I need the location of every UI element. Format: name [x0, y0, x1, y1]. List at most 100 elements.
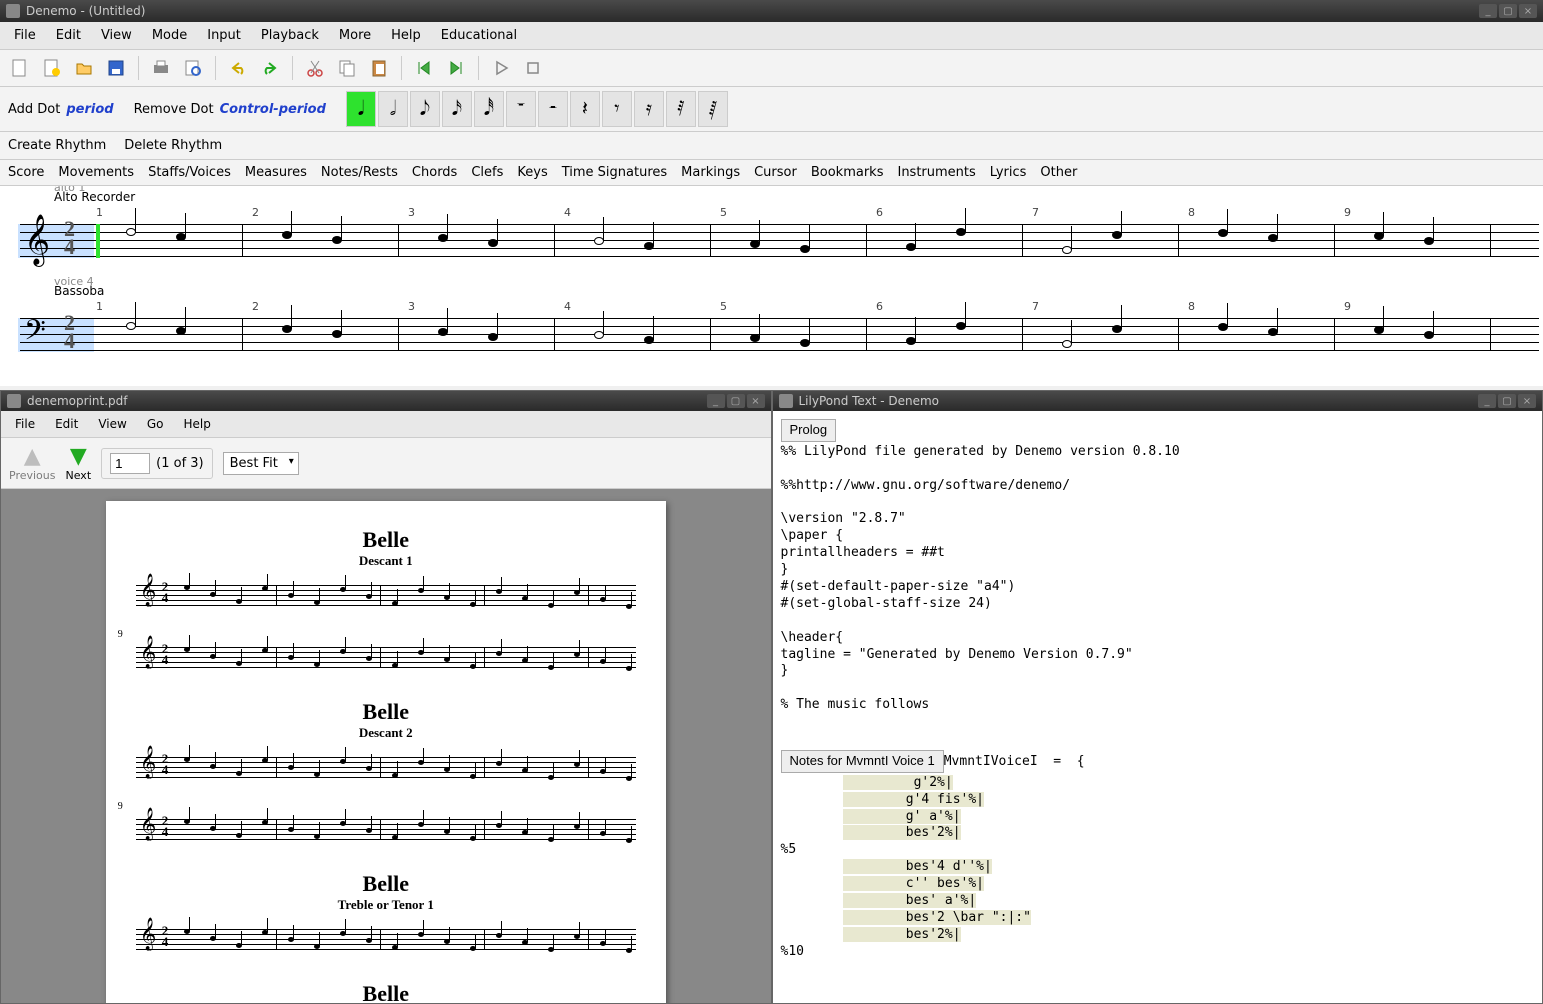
bar-number: 5	[720, 206, 727, 219]
object-menu-clefs[interactable]: Clefs	[471, 165, 503, 180]
save-button[interactable]	[102, 54, 130, 82]
prolog-button[interactable]: Prolog	[781, 419, 837, 442]
duration-button-1[interactable]: 𝅗𝅥	[378, 91, 408, 127]
menu-help[interactable]: Help	[381, 24, 431, 47]
undo-button[interactable]	[224, 54, 252, 82]
pdf-menu-go[interactable]: Go	[137, 413, 174, 435]
menu-edit[interactable]: Edit	[46, 24, 91, 47]
remove-dot-accel: Control-period	[220, 102, 326, 117]
bar-number: 1	[96, 206, 103, 219]
close-button[interactable]: ×	[747, 394, 765, 408]
object-menu-cursor[interactable]: Cursor	[754, 165, 797, 180]
remove-dot-label[interactable]: Remove Dot	[134, 102, 214, 117]
close-button[interactable]: ×	[1519, 4, 1537, 18]
pdf-menu-edit[interactable]: Edit	[45, 413, 88, 435]
mini-staff: 𝄞2 4	[136, 747, 636, 795]
object-menu-notes-rests[interactable]: Notes/Rests	[321, 165, 398, 180]
menu-more[interactable]: More	[329, 24, 381, 47]
stop-button[interactable]	[519, 54, 547, 82]
minimize-button[interactable]: _	[1479, 4, 1497, 18]
doc-title-3: Belle	[136, 871, 636, 897]
pdf-window-title: denemoprint.pdf	[27, 394, 128, 408]
object-menu-movements[interactable]: Movements	[58, 165, 134, 180]
cut-button[interactable]	[301, 54, 329, 82]
object-menu-markings[interactable]: Markings	[681, 165, 740, 180]
pdf-menu-help[interactable]: Help	[173, 413, 220, 435]
pdf-view[interactable]: Belle Descant 1 𝄞2 4 9 𝄞2 4 Belle Descan…	[1, 489, 771, 1003]
play-button[interactable]	[487, 54, 515, 82]
prev-label: Previous	[9, 469, 56, 482]
menu-playback[interactable]: Playback	[251, 24, 329, 47]
duration-button-4[interactable]: 𝅘𝅥𝅯	[442, 91, 472, 127]
minimize-button[interactable]: _	[1478, 394, 1496, 408]
redo-button[interactable]	[256, 54, 284, 82]
object-menu-score[interactable]: Score	[8, 165, 44, 180]
create-rhythm-button[interactable]: Create Rhythm	[8, 138, 106, 153]
bar-number: 2	[252, 206, 259, 219]
bar-number: 4	[564, 206, 571, 219]
new-template-button[interactable]	[38, 54, 66, 82]
menu-mode[interactable]: Mode	[142, 24, 197, 47]
maximize-button[interactable]: ▢	[1499, 4, 1517, 18]
treble-clef-icon: 𝄞	[24, 214, 50, 265]
menu-educational[interactable]: Educational	[431, 24, 527, 47]
object-menu-bookmarks[interactable]: Bookmarks	[811, 165, 884, 180]
bar-number: 7	[1032, 300, 1039, 313]
lily-window-title: LilyPond Text - Denemo	[799, 394, 940, 408]
menu-file[interactable]: File	[4, 24, 46, 47]
paste-button[interactable]	[365, 54, 393, 82]
delete-rhythm-button[interactable]: Delete Rhythm	[124, 138, 222, 153]
print-preview-button[interactable]	[179, 54, 207, 82]
lilypond-text[interactable]: Prolog %% LilyPond file generated by Den…	[773, 411, 1543, 1003]
zoom-select[interactable]: Best Fit ▾	[223, 452, 299, 475]
go-end-button[interactable]	[442, 54, 470, 82]
maximize-button[interactable]: ▢	[1498, 394, 1516, 408]
minimize-button[interactable]: _	[707, 394, 725, 408]
bar-number: 5	[720, 300, 727, 313]
copy-button[interactable]	[333, 54, 361, 82]
duration-button-2[interactable]: 𝅘𝅥	[346, 91, 376, 127]
pdf-panel: denemoprint.pdf _ ▢ × FileEditViewGoHelp…	[0, 390, 772, 1004]
open-button[interactable]	[70, 54, 98, 82]
page-number-input[interactable]	[110, 453, 150, 474]
duration-button-11[interactable]: 𝅀	[666, 91, 696, 127]
new-file-button[interactable]	[6, 54, 34, 82]
maximize-button[interactable]: ▢	[727, 394, 745, 408]
object-menu-staffs-voices[interactable]: Staffs/Voices	[148, 165, 231, 180]
duration-button-5[interactable]: 𝅘𝅥𝅰	[474, 91, 504, 127]
notes-voice-button[interactable]: Notes for MvmntI Voice 1	[781, 750, 944, 773]
object-menu-chords[interactable]: Chords	[412, 165, 457, 180]
object-menu-time-signatures[interactable]: Time Signatures	[562, 165, 667, 180]
object-menu: Score Movements Staffs/Voices Measures Notes…	[0, 160, 1543, 186]
time-signature-1: 2 4	[64, 220, 75, 256]
object-menu-other[interactable]: Other	[1040, 165, 1077, 180]
pdf-menu-view[interactable]: View	[88, 413, 136, 435]
duration-button-6[interactable]: 𝄻	[506, 91, 536, 127]
go-start-button[interactable]	[410, 54, 438, 82]
measure-number: 9	[118, 801, 123, 812]
object-menu-lyrics[interactable]: Lyrics	[990, 165, 1027, 180]
duration-button-12[interactable]: 𝅁	[698, 91, 728, 127]
next-page-button[interactable]: ▼ Next	[66, 444, 92, 482]
object-menu-keys[interactable]: Keys	[517, 165, 547, 180]
menu-input[interactable]: Input	[197, 24, 251, 47]
menu-view[interactable]: View	[91, 24, 142, 47]
score-view[interactable]: alto 1 Alto Recorder 𝄞 2 4 123456789 voi…	[0, 186, 1543, 386]
arrow-down-icon: ▼	[70, 444, 87, 469]
duration-button-10[interactable]: 𝄿	[634, 91, 664, 127]
print-button[interactable]	[147, 54, 175, 82]
add-dot-label[interactable]: Add Dot	[8, 102, 60, 117]
duration-button-7[interactable]: 𝄼	[538, 91, 568, 127]
object-menu-instruments[interactable]: Instruments	[897, 165, 975, 180]
bar-number: 1	[96, 300, 103, 313]
staff-lines	[20, 224, 1539, 256]
duration-button-3[interactable]: 𝅘𝅥𝅮	[410, 91, 440, 127]
doc-title-1: Belle	[136, 527, 636, 553]
duration-bar: Add Dot period Remove Dot Control-period…	[0, 87, 1543, 132]
prev-page-button[interactable]: ▲ Previous	[9, 444, 56, 482]
duration-button-8[interactable]: 𝄽	[570, 91, 600, 127]
duration-button-9[interactable]: 𝄾	[602, 91, 632, 127]
close-button[interactable]: ×	[1518, 394, 1536, 408]
object-menu-measures[interactable]: Measures	[245, 165, 307, 180]
pdf-menu-file[interactable]: File	[5, 413, 45, 435]
